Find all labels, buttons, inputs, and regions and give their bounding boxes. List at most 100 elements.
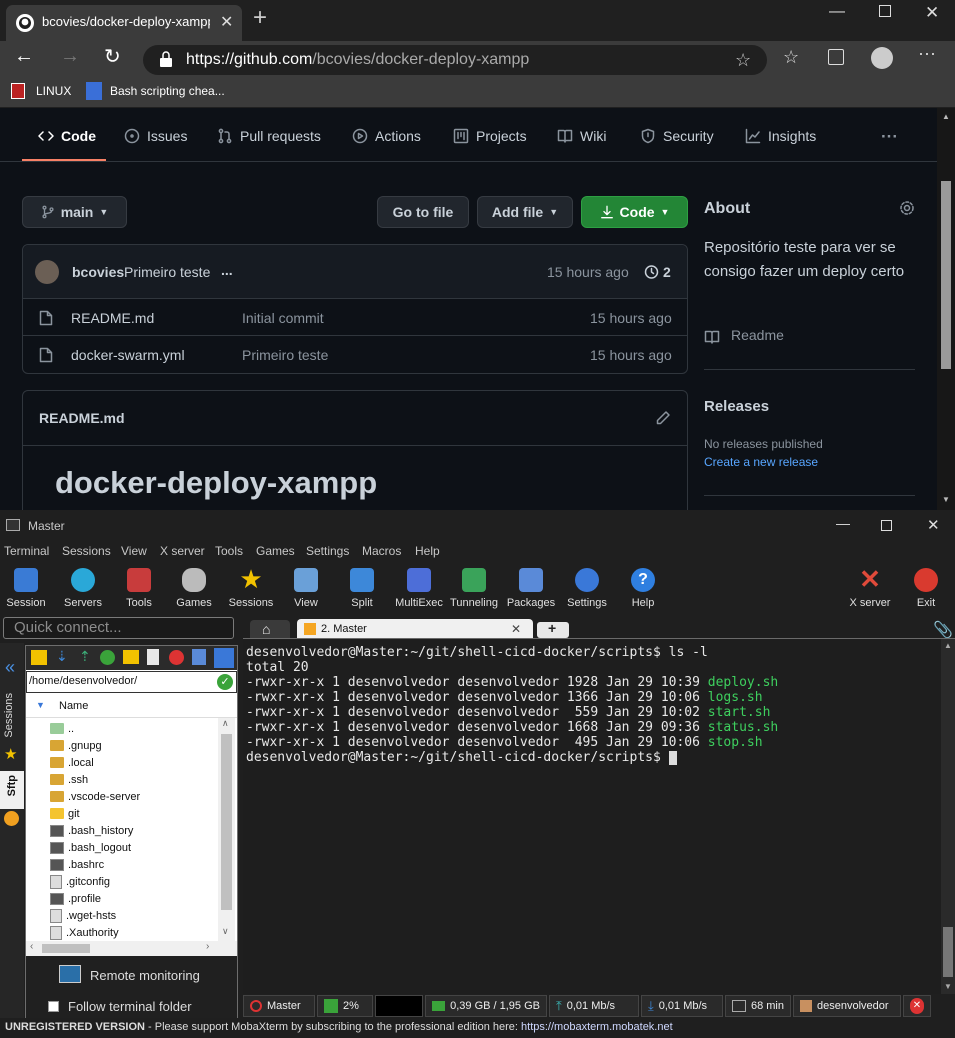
servers-button[interactable]: Servers xyxy=(55,564,111,609)
scrollbar-thumb[interactable] xyxy=(42,944,90,953)
create-release-link[interactable]: Create a new release xyxy=(704,455,818,469)
maximize-icon[interactable] xyxy=(879,5,891,17)
settings-button[interactable]: Settings xyxy=(559,564,615,609)
refresh-icon[interactable] xyxy=(100,650,115,665)
history-icon[interactable] xyxy=(643,264,659,280)
list-item[interactable]: .local xyxy=(50,754,94,771)
list-item[interactable]: .bash_logout xyxy=(50,839,131,856)
file-row[interactable]: README.md Initial commit 15 hours ago xyxy=(23,299,687,336)
delete-icon[interactable] xyxy=(169,650,184,665)
session-tab[interactable]: 2. Master ✕ xyxy=(297,619,533,640)
menu-terminal[interactable]: Terminal xyxy=(4,544,49,558)
file-name[interactable]: README.md xyxy=(71,310,154,326)
close-tab-icon[interactable]: ✕ xyxy=(220,12,233,32)
list-item[interactable]: .gnupg xyxy=(50,737,102,754)
list-item[interactable]: .ssh xyxy=(50,771,88,788)
menu-settings[interactable]: Settings xyxy=(306,544,349,558)
menu-tools[interactable]: Tools xyxy=(215,544,243,558)
menu-view[interactable]: View xyxy=(121,544,147,558)
home-tab[interactable]: ⌂ xyxy=(250,620,290,640)
menu-x-server[interactable]: X server xyxy=(160,544,205,558)
attach-icon[interactable]: 📎 xyxy=(933,620,953,640)
file-row[interactable]: docker-swarm.yml Primeiro teste 15 hours… xyxy=(23,336,687,373)
scroll-up-icon[interactable]: ∧ xyxy=(222,718,229,729)
view-button[interactable]: View xyxy=(278,564,334,609)
games-button[interactable]: Games xyxy=(166,564,222,609)
sftp-horizontal-scrollbar[interactable]: ‹ › xyxy=(26,941,237,956)
close-status-button[interactable]: ✕ xyxy=(903,995,931,1017)
minimize-icon[interactable]: — xyxy=(829,3,845,21)
scroll-down-icon[interactable]: ▼ xyxy=(944,982,952,991)
tab-security[interactable]: Security xyxy=(640,128,714,144)
x-server-button[interactable]: ✕ X server xyxy=(842,564,898,609)
go-to-file-button[interactable]: Go to file xyxy=(377,196,469,228)
more-menu-icon[interactable]: ··· xyxy=(881,127,898,147)
scroll-down-icon[interactable]: ▼ xyxy=(942,495,950,504)
session-button[interactable]: Session xyxy=(0,564,54,609)
releases-title[interactable]: Releases xyxy=(704,398,769,415)
list-item[interactable]: .bash_history xyxy=(50,822,133,839)
avatar[interactable] xyxy=(35,260,59,284)
file-name[interactable]: docker-swarm.yml xyxy=(71,347,185,363)
profile-avatar[interactable] xyxy=(871,47,893,69)
list-item[interactable]: .bashrc xyxy=(50,856,104,873)
reload-icon[interactable]: ↻ xyxy=(104,44,121,69)
minimize-icon[interactable]: — xyxy=(836,515,850,531)
status-host[interactable]: Master xyxy=(243,995,315,1017)
url-field[interactable]: https://github.com/bcovies/docker-deploy… xyxy=(143,45,767,75)
split-button[interactable]: Split xyxy=(334,564,390,609)
sftp-side-tab[interactable]: Sftp xyxy=(0,771,24,809)
readme-link[interactable]: Readme xyxy=(731,327,784,343)
parent-folder-icon[interactable] xyxy=(31,650,47,665)
list-item[interactable]: .Xauthority xyxy=(50,924,119,941)
close-tab-icon[interactable]: ✕ xyxy=(511,622,521,636)
tools-button[interactable]: Tools xyxy=(111,564,167,609)
browser-tab[interactable]: bcovies/docker-deploy-xampp: P ✕ xyxy=(6,5,242,41)
menu-dots-icon[interactable]: ··· xyxy=(918,43,936,64)
favorites-icon[interactable]: ☆ xyxy=(783,47,799,68)
new-tab-icon[interactable]: + xyxy=(253,6,267,30)
new-folder-icon[interactable] xyxy=(123,650,139,664)
scrollbar-thumb[interactable] xyxy=(221,734,232,910)
tunneling-button[interactable]: Tunneling xyxy=(446,564,502,609)
sftp-view-icon[interactable] xyxy=(214,648,234,668)
code-download-button[interactable]: Code ▼ xyxy=(581,196,688,228)
commit-expand[interactable]: ... xyxy=(221,262,233,278)
forward-icon[interactable]: → xyxy=(60,45,80,68)
scrollbar-thumb[interactable] xyxy=(943,927,953,977)
tab-projects[interactable]: Projects xyxy=(453,128,527,144)
scroll-up-icon[interactable]: ▲ xyxy=(944,641,952,650)
commit-message[interactable]: Primeiro teste xyxy=(124,264,210,280)
sftp-path-field[interactable]: /home/desenvolvedor/ ✓ xyxy=(26,671,237,693)
menu-games[interactable]: Games xyxy=(256,544,295,558)
sftp-column-header[interactable]: ▼ Name xyxy=(26,694,237,718)
list-item[interactable]: .wget-hsts xyxy=(50,907,116,924)
close-window-icon[interactable]: ✕ xyxy=(927,516,940,534)
gear-icon[interactable] xyxy=(899,200,915,216)
list-item[interactable]: .. xyxy=(50,720,74,737)
tab-actions[interactable]: Actions xyxy=(352,128,421,144)
lock-icon[interactable] xyxy=(159,51,173,68)
page-scrollbar[interactable]: ▲ ▼ xyxy=(937,108,955,510)
collections-icon[interactable] xyxy=(828,49,844,65)
tab-pull-requests[interactable]: Pull requests xyxy=(217,128,321,144)
scroll-right-icon[interactable]: › xyxy=(206,941,209,952)
commit-count[interactable]: 2 xyxy=(663,264,671,280)
tab-code[interactable]: Code xyxy=(38,128,96,144)
list-item[interactable]: .vscode-server xyxy=(50,788,140,805)
follow-folder-checkbox[interactable] xyxy=(48,1001,59,1012)
sessions-button[interactable]: ★ Sessions xyxy=(223,564,279,609)
commit-author[interactable]: bcovies xyxy=(72,264,124,280)
multiexec-button[interactable]: MultiExec xyxy=(391,564,447,609)
list-item[interactable]: .gitconfig xyxy=(50,873,110,890)
file-commit-message[interactable]: Primeiro teste xyxy=(242,347,328,363)
scroll-down-icon[interactable]: ∨ xyxy=(222,926,229,937)
support-link[interactable]: https://mobaxterm.mobatek.net xyxy=(521,1021,673,1033)
add-file-button[interactable]: Add file ▼ xyxy=(477,196,573,228)
check-icon[interactable]: ✓ xyxy=(217,674,233,690)
back-icon[interactable]: ← xyxy=(14,45,34,68)
new-tab-button[interactable]: + xyxy=(537,620,569,638)
scroll-left-icon[interactable]: ‹ xyxy=(30,941,33,952)
help-button[interactable]: ? Help xyxy=(615,564,671,609)
scroll-up-icon[interactable]: ▲ xyxy=(942,112,950,121)
